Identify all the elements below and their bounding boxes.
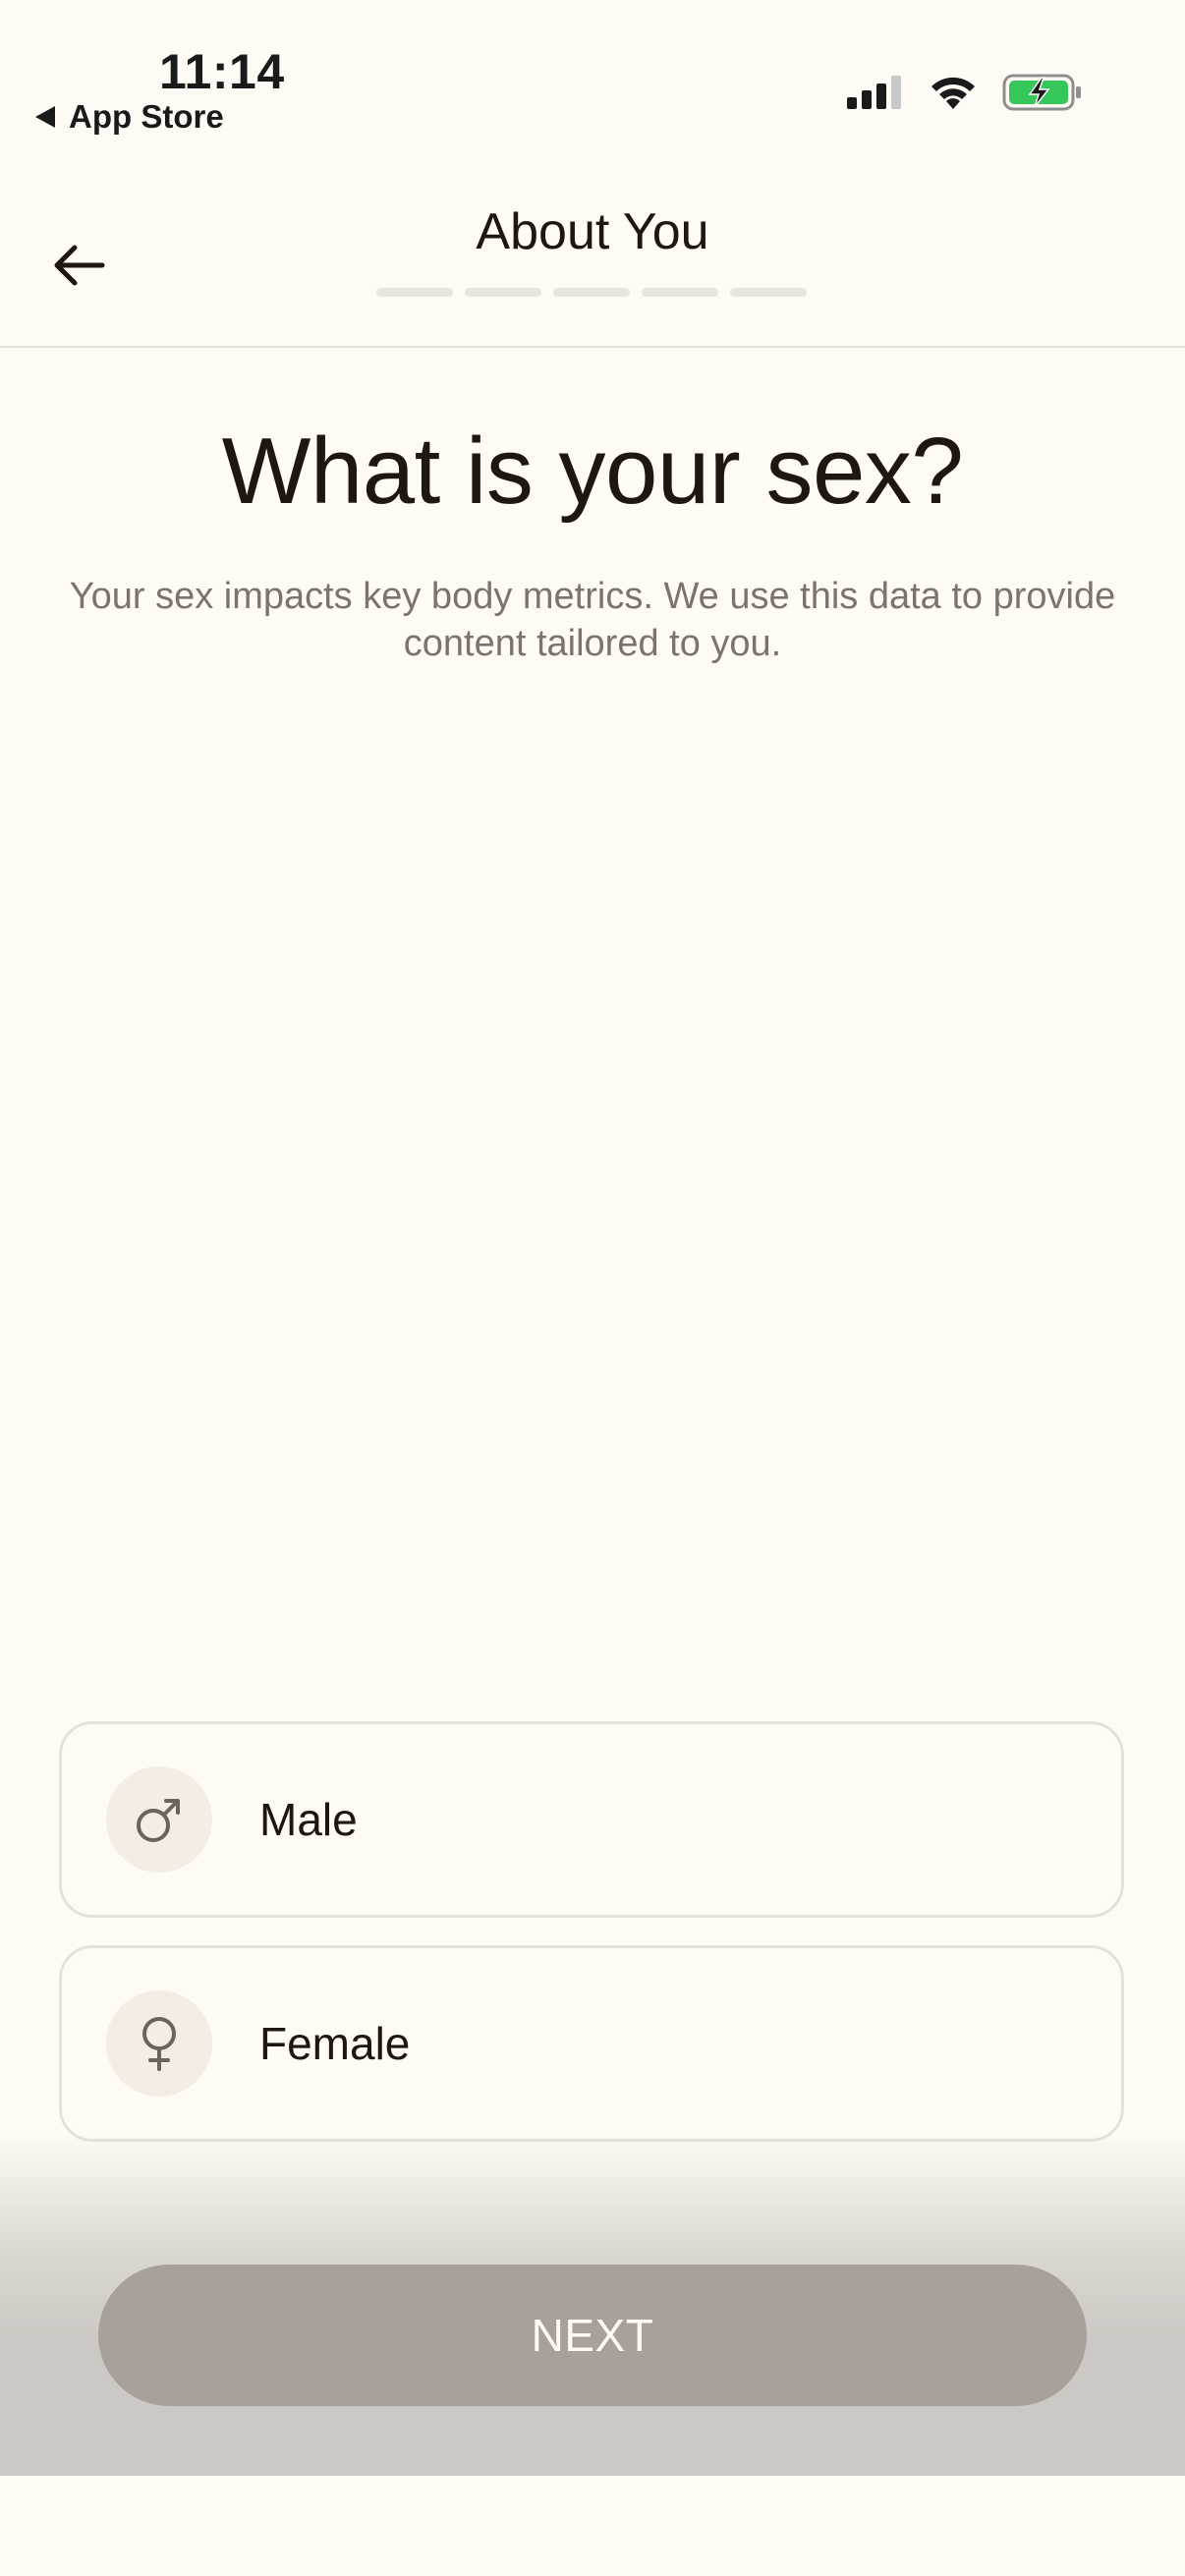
female-icon-container (106, 1990, 212, 2097)
wifi-icon (931, 77, 975, 109)
progress-indicator (376, 288, 807, 297)
status-time: 11:14 (159, 44, 285, 99)
question-heading: What is your sex? (221, 419, 964, 524)
option-female[interactable]: Female (59, 1945, 1124, 2142)
next-button[interactable]: NEXT (98, 2265, 1087, 2406)
progress-step (376, 288, 453, 297)
back-to-app-link[interactable]: App Store (35, 98, 224, 136)
header: About You (0, 187, 1185, 348)
male-icon-container (106, 1766, 212, 1873)
option-label: Male (259, 1794, 358, 1845)
status-icons (847, 73, 1083, 112)
option-label: Female (259, 2018, 411, 2069)
progress-step (553, 288, 630, 297)
progress-step (730, 288, 807, 297)
back-triangle-icon (35, 106, 55, 128)
progress-step (465, 288, 541, 297)
back-app-label: App Store (69, 98, 224, 135)
cellular-signal-icon (847, 76, 901, 109)
female-symbol-icon (142, 2017, 176, 2071)
male-symbol-icon (137, 1799, 180, 1842)
question-subtitle: Your sex impacts key body metrics. We us… (69, 576, 1116, 664)
battery-charging-icon (1002, 74, 1081, 111)
progress-step (642, 288, 718, 297)
option-male[interactable]: Male (59, 1721, 1124, 1918)
page-title: About You (476, 203, 709, 260)
